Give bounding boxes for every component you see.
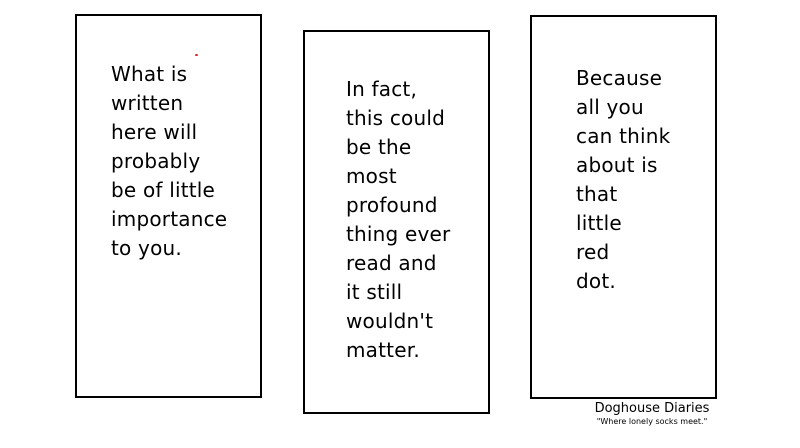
credit-title: Doghouse Diaries (594, 401, 710, 416)
comic-panel-2: In fact, this could be the most profound… (303, 30, 490, 414)
red-dot (195, 54, 198, 56)
panel-1-text: What is written here will probably be of… (111, 62, 228, 260)
panel-3-text: Because all you can think about is that … (576, 66, 671, 293)
credit-tagline: "Where lonely socks meet." (596, 417, 708, 426)
comic-panel-1: What is written here will probably be of… (75, 14, 262, 398)
comic-credit: Doghouse Diaries "Where lonely socks mee… (582, 401, 722, 427)
comic-panel-3: Because all you can think about is that … (530, 15, 717, 399)
panel-2-text: In fact, this could be the most profound… (346, 77, 451, 362)
